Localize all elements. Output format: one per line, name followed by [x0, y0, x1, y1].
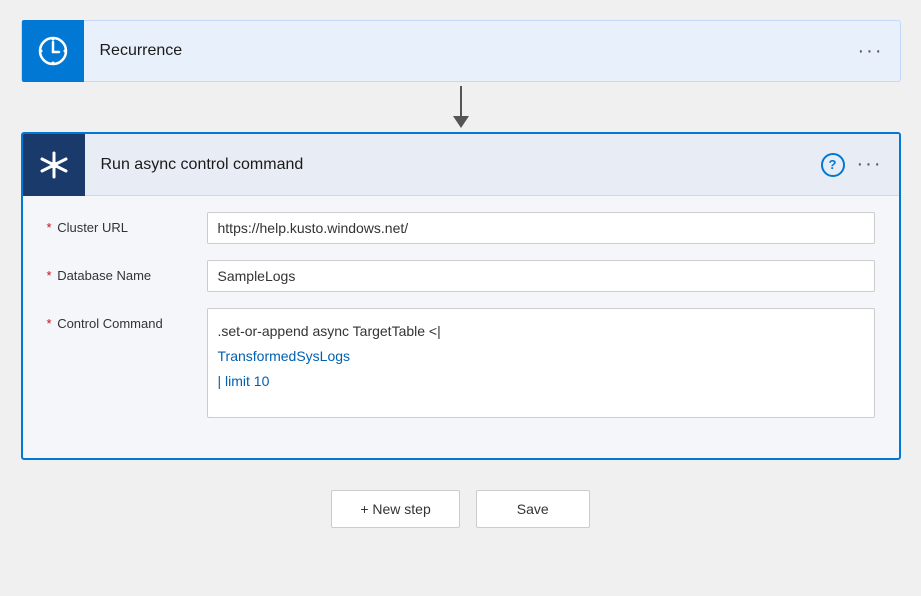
connector-line — [460, 86, 462, 116]
async-header-actions: ? ··· — [805, 153, 899, 177]
control-command-line3: | limit 10 — [218, 369, 864, 394]
bottom-actions: + New step Save — [331, 490, 589, 528]
help-button[interactable]: ? — [821, 153, 845, 177]
database-name-label-text: Database Name — [57, 268, 151, 283]
kusto-icon — [38, 149, 70, 181]
control-command-label: * Control Command — [47, 308, 207, 331]
async-menu-button[interactable]: ··· — [857, 153, 883, 176]
database-name-input[interactable] — [207, 260, 875, 292]
control-command-line1: .set-or-append async TargetTable <| — [218, 319, 864, 344]
database-name-label: * Database Name — [47, 260, 207, 283]
async-icon-box — [23, 134, 85, 196]
database-name-row: * Database Name — [47, 260, 875, 292]
async-card-header: Run async control command ? ··· — [23, 134, 899, 196]
connector-arrow — [453, 116, 469, 128]
recurrence-title: Recurrence — [84, 42, 842, 60]
control-command-label-text: Control Command — [57, 316, 163, 331]
control-command-line2-text: TransformedSysLogs — [218, 348, 351, 364]
database-name-required: * — [47, 268, 52, 283]
control-command-required: * — [47, 316, 52, 331]
async-card: Run async control command ? ··· * Cluste… — [21, 132, 901, 460]
control-command-line3-text: | limit 10 — [218, 373, 270, 389]
clock-icon — [37, 35, 69, 67]
recurrence-icon-box — [22, 20, 84, 82]
control-command-row: * Control Command .set-or-append async T… — [47, 308, 875, 418]
recurrence-card: Recurrence ··· — [21, 20, 901, 82]
recurrence-menu-button[interactable]: ··· — [842, 40, 900, 63]
cluster-url-label-text: Cluster URL — [57, 220, 128, 235]
cluster-url-row: * Cluster URL — [47, 212, 875, 244]
control-command-line1-text: .set-or-append async TargetTable <| — [218, 323, 441, 339]
new-step-button[interactable]: + New step — [331, 490, 459, 528]
cluster-url-label: * Cluster URL — [47, 212, 207, 235]
async-card-body: * Cluster URL * Database Name * Control … — [23, 196, 899, 458]
save-button[interactable]: Save — [476, 490, 590, 528]
control-command-content[interactable]: .set-or-append async TargetTable <| Tran… — [207, 308, 875, 418]
cluster-url-input[interactable] — [207, 212, 875, 244]
async-card-title: Run async control command — [85, 156, 805, 174]
control-command-line2: TransformedSysLogs — [218, 344, 864, 369]
cluster-url-required: * — [47, 220, 52, 235]
connector — [453, 82, 469, 132]
